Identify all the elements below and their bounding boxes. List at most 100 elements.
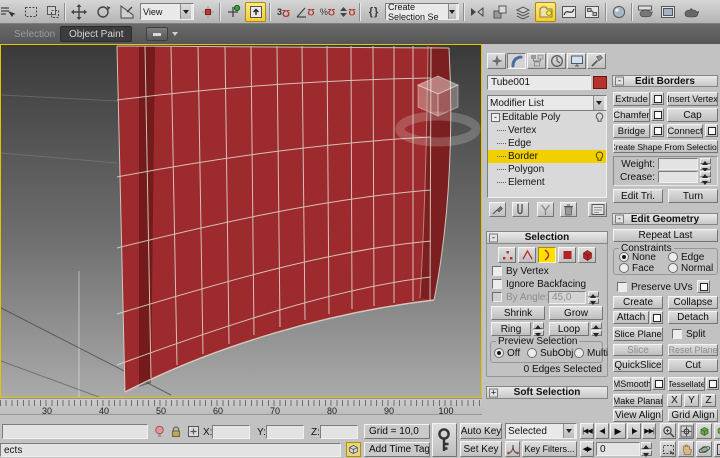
set-keys-button[interactable] [432, 423, 457, 457]
object-name-field[interactable]: Tube001 [487, 75, 591, 90]
stack-item-editable-poly[interactable]: - Editable Poly [488, 111, 606, 124]
soft-selection-rollout-header[interactable]: +Soft Selection [486, 386, 608, 399]
object-color-swatch[interactable] [593, 76, 607, 89]
pan-view-button[interactable] [678, 441, 694, 457]
select-and-manipulate-button[interactable] [222, 2, 243, 22]
previous-frame-button[interactable]: ◀| [595, 423, 609, 439]
cap-button[interactable]: Cap [667, 108, 718, 122]
play-button[interactable]: ▶ [610, 423, 626, 439]
make-planar-y-button[interactable]: Y [684, 394, 699, 407]
angle-snap-toggle-button[interactable]: Ω [295, 2, 316, 22]
crease-spinner[interactable] [700, 171, 711, 183]
mirror-button[interactable] [466, 2, 487, 22]
percent-snap-toggle-button[interactable]: %Ω [317, 2, 338, 22]
cut-button[interactable]: Cut [668, 359, 718, 372]
ring-spinner[interactable] [533, 322, 544, 336]
detach-button[interactable]: Detach [668, 311, 718, 324]
keyboard-shortcut-override-toggle[interactable] [245, 2, 266, 22]
maximize-viewport-toggle[interactable] [714, 441, 720, 457]
collapse-button[interactable]: Collapse [668, 296, 718, 309]
zoom-button[interactable] [660, 423, 676, 439]
weight-spinner[interactable] [700, 158, 711, 170]
turn-button[interactable]: Turn [668, 189, 718, 203]
viewport[interactable] [0, 44, 482, 398]
x-coordinate-field[interactable] [212, 425, 250, 439]
by-angle-spinner[interactable] [588, 291, 599, 304]
repeat-last-button[interactable]: Repeat Last [613, 229, 718, 242]
tab-display[interactable] [567, 53, 586, 69]
element-subobject-button[interactable] [578, 247, 596, 263]
select-and-move-button[interactable] [68, 2, 89, 22]
ribbon-options-chevron-icon[interactable] [172, 32, 178, 36]
current-frame-field[interactable]: 0 [596, 442, 640, 456]
create-button[interactable]: Create [613, 296, 663, 309]
quickslice-button[interactable]: QuickSlice [613, 359, 663, 372]
insert-vertex-button[interactable]: Insert Vertex [667, 92, 718, 106]
crease-field[interactable] [658, 171, 698, 183]
extrude-button[interactable]: Extrude [613, 92, 650, 106]
current-frame-spinner[interactable] [641, 442, 652, 456]
tab-create[interactable] [487, 53, 506, 69]
use-pivot-point-center-button[interactable] [197, 2, 218, 22]
msmooth-settings-button[interactable] [652, 377, 665, 390]
stack-node-icon[interactable] [595, 151, 604, 162]
adaptive-degradation-toggle[interactable] [346, 442, 361, 457]
z-coordinate-field[interactable] [320, 425, 358, 439]
make-unique-button[interactable] [537, 202, 554, 217]
auto-key-button[interactable]: Auto Key [460, 423, 502, 439]
set-key-button[interactable]: Set Key [460, 441, 502, 457]
ribbon-minimize-button[interactable] [146, 27, 168, 41]
stack-node-icon[interactable] [595, 112, 604, 123]
chamfer-button[interactable]: Chamfer [613, 108, 650, 122]
select-and-scale-button[interactable] [116, 2, 137, 22]
by-vertex-checkbox[interactable] [492, 266, 502, 276]
edge-subobject-button[interactable] [518, 247, 536, 263]
zoom-extents-all-button[interactable] [714, 423, 720, 439]
make-planar-z-button[interactable]: Z [701, 394, 716, 407]
named-selection-set-dropdown[interactable]: Create Selection Se [385, 3, 459, 20]
by-angle-field[interactable]: 45,0 [548, 291, 586, 304]
absolute-offset-mode-toggle[interactable] [186, 424, 201, 439]
preview-subobj-radio[interactable] [527, 348, 537, 358]
render-production-button[interactable] [680, 2, 701, 22]
track-bar[interactable]: 30 40 50 60 70 80 90 100 [0, 398, 482, 415]
key-mode-toggle[interactable]: ◀▶ [580, 441, 594, 457]
chamfer-settings-button[interactable] [651, 108, 664, 121]
tab-motion[interactable] [547, 53, 566, 69]
extrude-settings-button[interactable] [651, 92, 664, 105]
attach-settings-button[interactable] [650, 311, 663, 324]
schematic-view-button[interactable] [581, 2, 602, 22]
shrink-button[interactable]: Shrink [491, 306, 545, 320]
show-end-result-button[interactable] [512, 202, 529, 217]
grid-align-button[interactable]: Grid Align [668, 409, 718, 422]
viewport-canvas[interactable] [1, 45, 481, 397]
curve-editor-button[interactable] [558, 2, 579, 22]
slice-button[interactable]: Slice [613, 344, 663, 356]
tab-modify[interactable] [507, 53, 526, 69]
border-subobject-button[interactable] [538, 247, 556, 263]
rendered-frame-window-button[interactable] [657, 2, 678, 22]
tree-collapse-icon[interactable]: - [491, 113, 500, 122]
polygon-subobject-button[interactable] [558, 247, 576, 263]
preview-off-radio[interactable] [494, 348, 504, 358]
modifier-list-dropdown[interactable]: Modifier List [487, 95, 607, 111]
select-and-rotate-button[interactable] [92, 2, 113, 22]
make-planar-x-button[interactable]: X [667, 394, 682, 407]
selection-lock-toggle[interactable] [169, 424, 183, 439]
constraint-normal-radio[interactable] [668, 263, 678, 273]
collapse-icon[interactable]: - [489, 233, 498, 242]
attach-button[interactable]: Attach [613, 311, 649, 324]
go-to-end-button[interactable]: ▶▶| [642, 423, 656, 439]
configure-modifier-sets-button[interactable] [588, 202, 607, 217]
select-by-name-button[interactable] [0, 2, 17, 22]
constraint-edge-radio[interactable] [668, 252, 678, 262]
rectangular-selection-region-button[interactable] [20, 2, 41, 22]
key-filters-button[interactable]: Key Filters... [522, 441, 577, 457]
align-button[interactable] [489, 2, 510, 22]
slice-plane-button[interactable]: Slice Plane [613, 327, 663, 341]
add-time-tag-button[interactable]: Add Time Tag [364, 442, 430, 457]
stack-item-element[interactable]: Element [488, 176, 606, 189]
window-crossing-toggle-button[interactable] [42, 2, 63, 22]
ribbon-tab-object-paint[interactable]: Object Paint [60, 26, 132, 42]
tessellate-settings-button[interactable] [706, 377, 719, 390]
